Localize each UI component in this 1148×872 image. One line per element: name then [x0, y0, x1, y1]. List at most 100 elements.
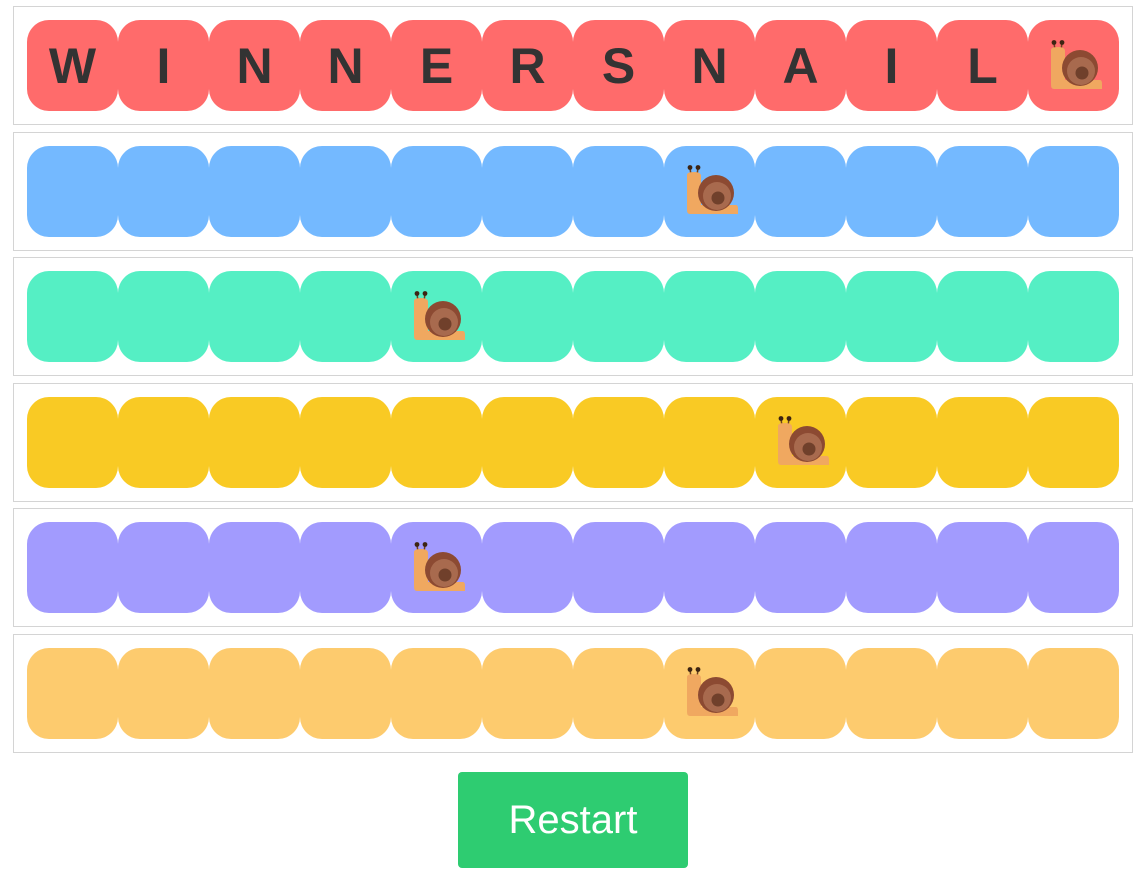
- lane-cell: [937, 271, 1028, 363]
- lane-cell: [664, 647, 755, 739]
- lane-cell: [937, 647, 1028, 739]
- lane-cell: [209, 522, 300, 614]
- snail-icon: [1046, 38, 1102, 94]
- lane-cell: [573, 396, 664, 488]
- winner-letter: I: [884, 37, 899, 94]
- lane-cell: [664, 145, 755, 237]
- snail-icon: [409, 540, 465, 596]
- snail-icon: [777, 416, 829, 466]
- lane-cell: [27, 396, 118, 488]
- snail-icon: [682, 163, 738, 219]
- lane-cell: [118, 145, 209, 237]
- lane-cell: L: [937, 20, 1028, 111]
- lane-cell: [573, 522, 664, 614]
- lane-cell: [300, 647, 391, 739]
- snail-icon: [773, 414, 829, 470]
- lane-cell: [1028, 271, 1119, 363]
- lane-cell: [573, 647, 664, 739]
- lane-cell: [937, 522, 1028, 614]
- lane-cell: [664, 396, 755, 488]
- race-lane-6: [13, 633, 1133, 753]
- winner-letter: W: [48, 37, 97, 94]
- snail-icon: [413, 541, 465, 591]
- lane-cell: [391, 145, 482, 237]
- lane-track: WINNERSNAIL: [27, 20, 1119, 111]
- winner-letter: N: [691, 37, 728, 94]
- lane-cell: [27, 522, 118, 614]
- lane-track: [27, 145, 1119, 237]
- lane-cell: [755, 396, 846, 488]
- winner-letter: R: [509, 37, 546, 94]
- lane-cell: [1028, 20, 1119, 111]
- winner-letter: S: [601, 37, 636, 94]
- lane-cell: I: [118, 20, 209, 111]
- lane-track: [27, 647, 1119, 739]
- lane-track: [27, 271, 1119, 363]
- winner-letter: I: [156, 37, 171, 94]
- lane-cell: [1028, 522, 1119, 614]
- lane-cell: [391, 396, 482, 488]
- lane-cell: [664, 522, 755, 614]
- lane-cell: [391, 522, 482, 614]
- lane-track: [27, 396, 1119, 488]
- lane-cell: [664, 271, 755, 363]
- snail-icon: [682, 665, 738, 721]
- lane-cell: I: [846, 20, 937, 111]
- lane-cell: [755, 647, 846, 739]
- lane-cell: [846, 647, 937, 739]
- lane-cell: [846, 271, 937, 363]
- snail-icon: [1050, 39, 1102, 89]
- lane-cell: W: [27, 20, 118, 111]
- winner-letter: L: [967, 37, 998, 94]
- lane-cell: [1028, 145, 1119, 237]
- lane-cell: [27, 145, 118, 237]
- lane-cell: [846, 145, 937, 237]
- lane-cell: [937, 396, 1028, 488]
- lane-cell: [482, 396, 573, 488]
- lane-cell: [755, 145, 846, 237]
- lane-cell: [300, 396, 391, 488]
- lane-cell: [118, 396, 209, 488]
- lane-cell: [118, 647, 209, 739]
- lane-cell: [482, 647, 573, 739]
- lane-cell: [118, 271, 209, 363]
- lane-cell: [209, 647, 300, 739]
- winner-letter: E: [419, 37, 454, 94]
- lane-cell: [1028, 647, 1119, 739]
- lane-cell: [573, 271, 664, 363]
- lane-cell: [27, 271, 118, 363]
- winner-letter: A: [782, 37, 819, 94]
- race-lane-4: [13, 382, 1133, 502]
- lane-cell: N: [664, 20, 755, 111]
- lane-cell: [300, 271, 391, 363]
- lane-cell: [300, 522, 391, 614]
- lane-cell: [937, 145, 1028, 237]
- lane-cell: [482, 145, 573, 237]
- lane-cell: [391, 647, 482, 739]
- lane-cell: [755, 522, 846, 614]
- snail-icon: [686, 667, 738, 717]
- lane-cell: [118, 522, 209, 614]
- lane-cell: S: [573, 20, 664, 111]
- snail-icon: [413, 290, 465, 340]
- race-lane-1: WINNERSNAIL: [13, 6, 1133, 125]
- lane-cell: A: [755, 20, 846, 111]
- lane-cell: [755, 271, 846, 363]
- lane-cell: [846, 522, 937, 614]
- lane-cell: N: [209, 20, 300, 111]
- snail-icon: [409, 289, 465, 345]
- winner-letter: N: [236, 37, 273, 94]
- lane-cell: R: [482, 20, 573, 111]
- restart-button[interactable]: Restart: [458, 772, 688, 868]
- lane-cell: [209, 271, 300, 363]
- lane-cell: [209, 396, 300, 488]
- race-lane-3: [13, 257, 1133, 377]
- lane-cell: [573, 145, 664, 237]
- lane-cell: [391, 271, 482, 363]
- lane-cell: [846, 396, 937, 488]
- lane-cell: [27, 647, 118, 739]
- lane-cell: [300, 145, 391, 237]
- lane-cell: [209, 145, 300, 237]
- lane-cell: [482, 271, 573, 363]
- race-lane-2: [13, 131, 1133, 251]
